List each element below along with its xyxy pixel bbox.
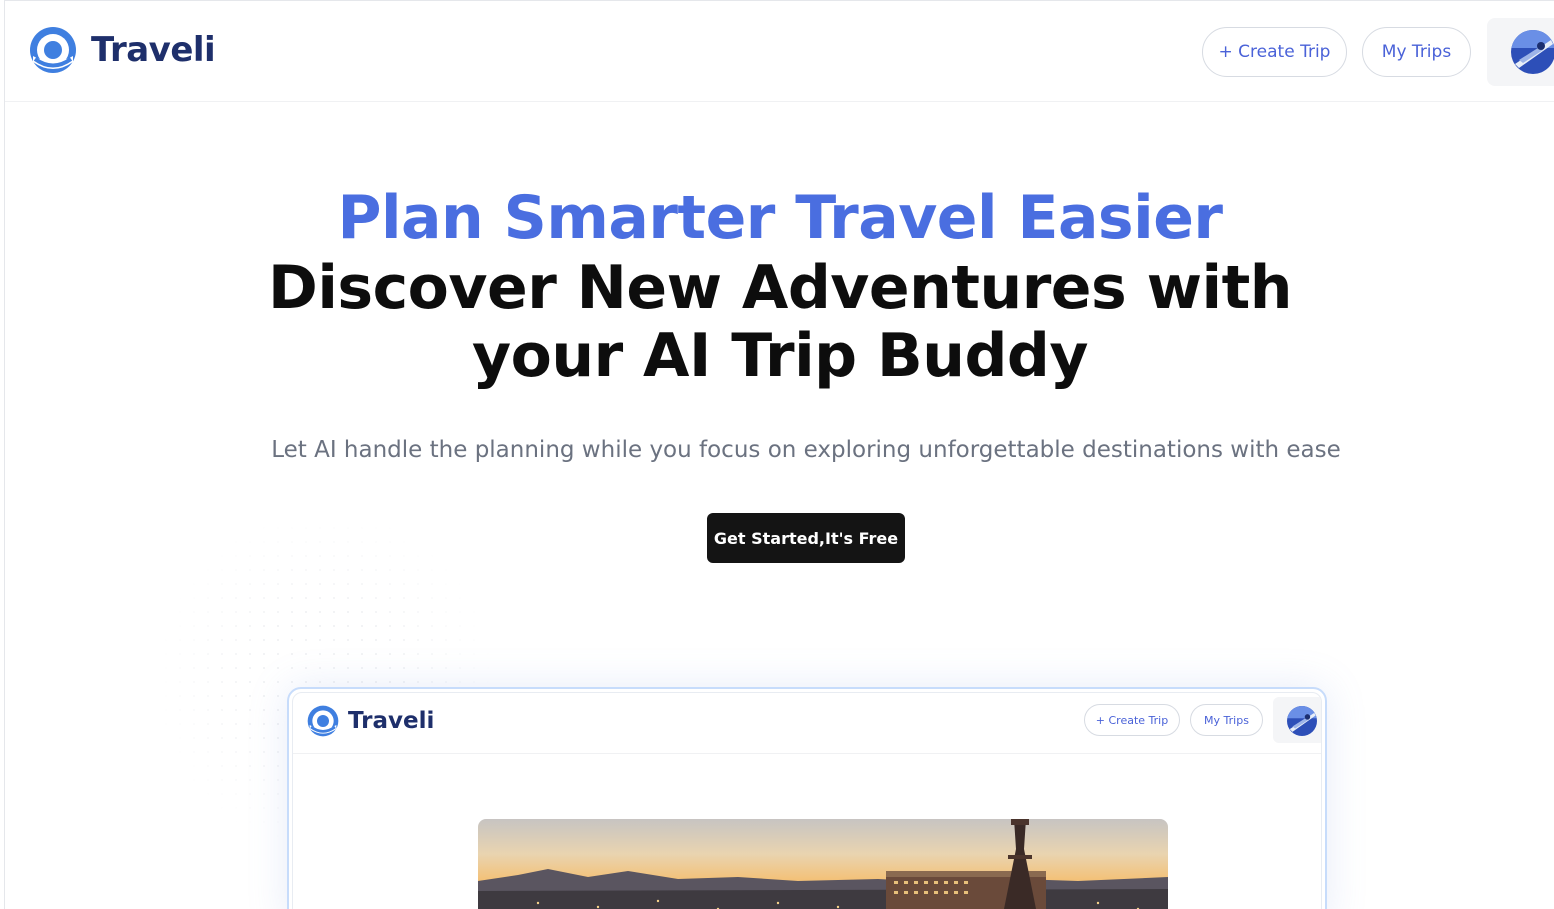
user-avatar[interactable]: [1511, 30, 1554, 74]
preview-user-avatar: [1287, 706, 1317, 736]
preview-brand-logo: Traveli: [307, 705, 434, 737]
preview-header: Traveli + Create Trip My Trips: [293, 693, 1321, 754]
page: Traveli + Create Trip My Trips Plan Smar…: [4, 0, 1554, 909]
hero-title-accent: Plan Smarter Travel Easier: [337, 183, 1223, 253]
hero-title-line2: Discover New Adventures with: [268, 253, 1292, 323]
preview-traveli-logo-icon: [307, 705, 339, 737]
destination-hero-image: [478, 819, 1168, 909]
preview-brand-name: Traveli: [348, 708, 435, 734]
top-header: Traveli + Create Trip My Trips: [5, 1, 1554, 102]
brand-name: Traveli: [91, 30, 216, 70]
traveli-logo-icon: [30, 27, 76, 73]
preview-create-trip-button: + Create Trip: [1084, 704, 1180, 736]
app-preview-window: Traveli + Create Trip My Trips: [292, 692, 1322, 909]
hero-title-line3: your AI Trip Buddy: [472, 321, 1088, 391]
preview-my-trips-button: My Trips: [1190, 704, 1263, 736]
hero-subtitle: Let AI handle the planning while you foc…: [271, 437, 1341, 463]
brand-logo[interactable]: Traveli: [29, 26, 216, 74]
my-trips-button[interactable]: My Trips: [1362, 27, 1471, 77]
get-started-button[interactable]: Get Started,It's Free: [707, 513, 905, 563]
create-trip-button[interactable]: + Create Trip: [1202, 27, 1347, 77]
app-preview-frame: Traveli + Create Trip My Trips: [287, 687, 1327, 909]
preview-user-menu: [1273, 697, 1321, 743]
user-menu[interactable]: [1487, 18, 1554, 86]
